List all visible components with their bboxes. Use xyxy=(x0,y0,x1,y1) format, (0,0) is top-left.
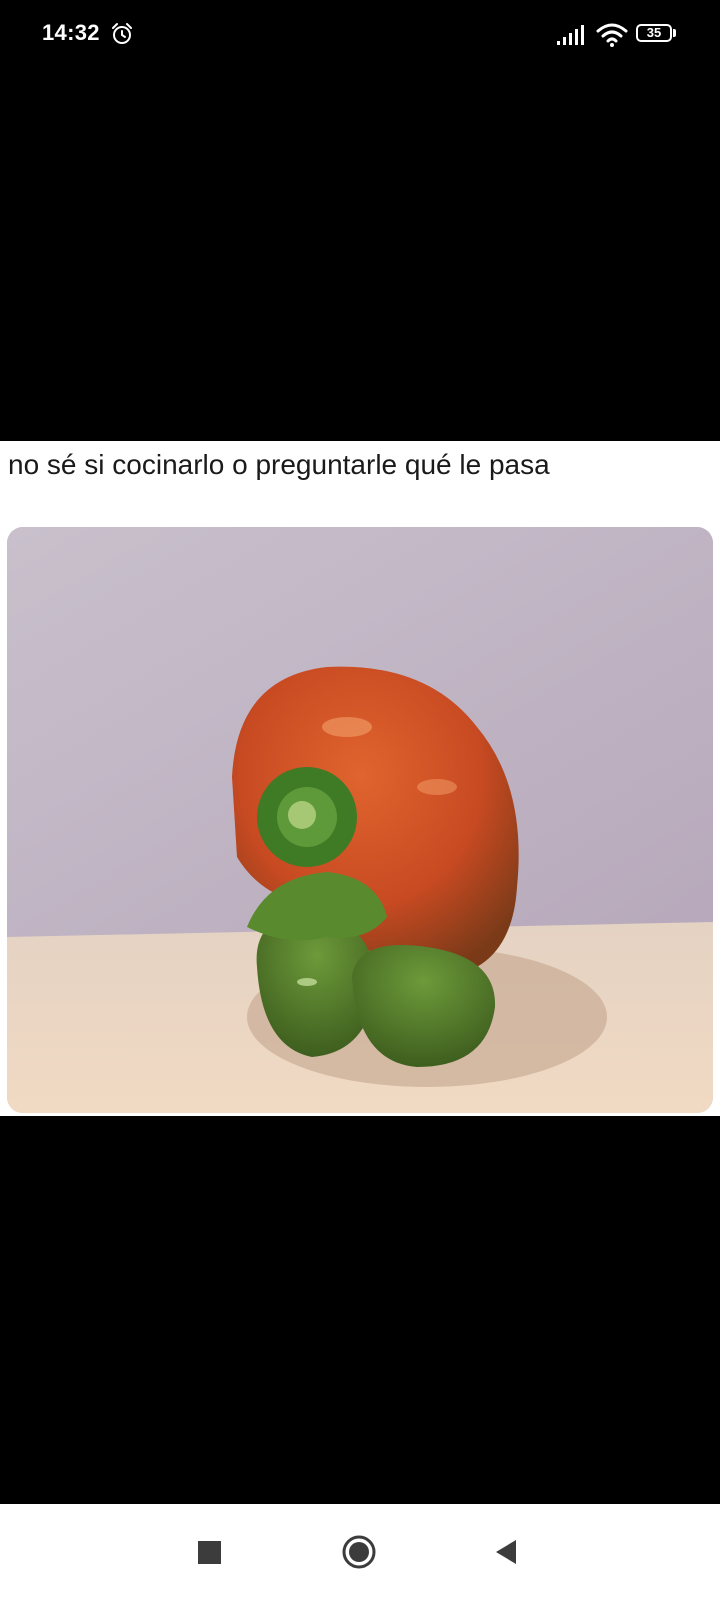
battery-indicator: 35 xyxy=(636,24,676,44)
navigation-bar xyxy=(0,1504,720,1600)
alarm-clock-icon xyxy=(110,22,134,46)
status-bar: 14:32 35 xyxy=(0,0,720,70)
phone-screen: 14:32 35 no sé si cocinarlo o preguntarl… xyxy=(0,0,720,1600)
post-text: no sé si cocinarlo o preguntarle qué le … xyxy=(8,449,550,480)
status-time: 14:32 xyxy=(42,20,100,45)
wifi-icon xyxy=(596,22,628,48)
home-circle-icon[interactable] xyxy=(341,1534,377,1570)
post-card: no sé si cocinarlo o preguntarle qué le … xyxy=(0,441,720,1116)
recents-square-icon[interactable] xyxy=(198,1541,221,1564)
post-image[interactable] xyxy=(7,527,713,1113)
battery-tip xyxy=(673,29,676,37)
cellular-signal-icon xyxy=(556,24,586,46)
battery-level: 35 xyxy=(636,24,672,42)
back-triangle-icon[interactable] xyxy=(494,1538,518,1566)
